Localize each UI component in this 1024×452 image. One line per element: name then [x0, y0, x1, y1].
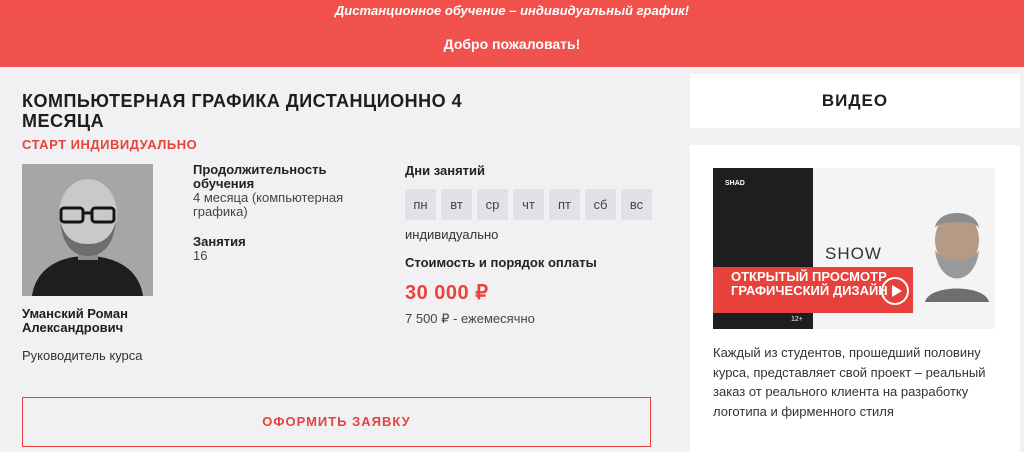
course-panel: КОМПЬЮТЕРНАЯ ГРАФИКА ДИСТАНЦИОННО 4 МЕСЯ… [0, 67, 668, 452]
teacher-role: Руководитель курса [22, 348, 143, 363]
teacher-name: Уманский Роман Александрович [22, 306, 128, 335]
lessons-info: Занятия 16 [193, 235, 373, 263]
thumb-show-logo: SHOW [825, 244, 882, 263]
apply-button[interactable]: ОФОРМИТЬ ЗАЯВКУ [22, 397, 651, 447]
lessons-value: 16 [193, 248, 208, 263]
price-label: Стоимость и порядок оплаты [405, 255, 597, 270]
duration-value: 4 месяца (компьютерная графика) [193, 190, 344, 219]
thumb-banner-text: ОТКРЫТЫЙ ПРОСМОТР ГРАФИЧЕСКИЙ ДИЗАЙН [731, 269, 888, 298]
top-announcement-strip: Дистанционное обучение – индивидуальный … [0, 0, 1024, 22]
video-thumbnail[interactable]: SHAD SHOW ОТКРЫТЫЙ ПРОСМОТР ГРАФИЧЕСКИЙ … [713, 168, 995, 329]
schedule-type: индивидуально [405, 227, 499, 242]
day-chip-sat: сб [585, 189, 616, 220]
lessons-label: Занятия [193, 234, 246, 249]
days-block: Дни занятий пн вт ср чт пт сб вс [405, 164, 655, 220]
course-title: КОМПЬЮТЕРНАЯ ГРАФИКА ДИСТАНЦИОННО 4 МЕСЯ… [22, 91, 463, 131]
video-description: Каждый из студентов, прошедший половину … [713, 345, 986, 419]
day-chip-thu: чт [513, 189, 544, 220]
thumb-age-rating: 12+ [791, 316, 803, 323]
price-value: 30 000 ₽ [405, 282, 489, 304]
video-heading: ВИДЕО [690, 74, 1020, 128]
price-block: Стоимость и порядок оплаты 30 000 ₽ [405, 256, 655, 305]
video-card: SHAD SHOW ОТКРЫТЫЙ ПРОСМОТР ГРАФИЧЕСКИЙ … [690, 145, 1020, 452]
day-chip-fri: пт [549, 189, 580, 220]
day-chip-tue: вт [441, 189, 472, 220]
day-chip-wed: ср [477, 189, 508, 220]
teacher-photo [22, 164, 153, 296]
course-start-label: СТАРТ ИНДИВИДУАЛЬНО [22, 137, 198, 152]
welcome-banner: Добро пожаловать! [0, 22, 1024, 67]
days-row: пн вт ср чт пт сб вс [405, 189, 655, 220]
duration-info: Продолжительность обучения 4 месяца (ком… [193, 163, 373, 219]
thumb-logo: SHAD [725, 180, 745, 187]
duration-label: Продолжительность обучения [193, 162, 327, 191]
man-portrait-icon [925, 213, 989, 302]
day-chip-sun: вс [621, 189, 652, 220]
teacher-avatar-icon [22, 164, 153, 296]
day-chip-mon: пн [405, 189, 436, 220]
price-monthly: 7 500 ₽ - ежемесячно [405, 311, 535, 326]
days-label: Дни занятий [405, 163, 486, 178]
play-icon[interactable] [881, 277, 909, 305]
